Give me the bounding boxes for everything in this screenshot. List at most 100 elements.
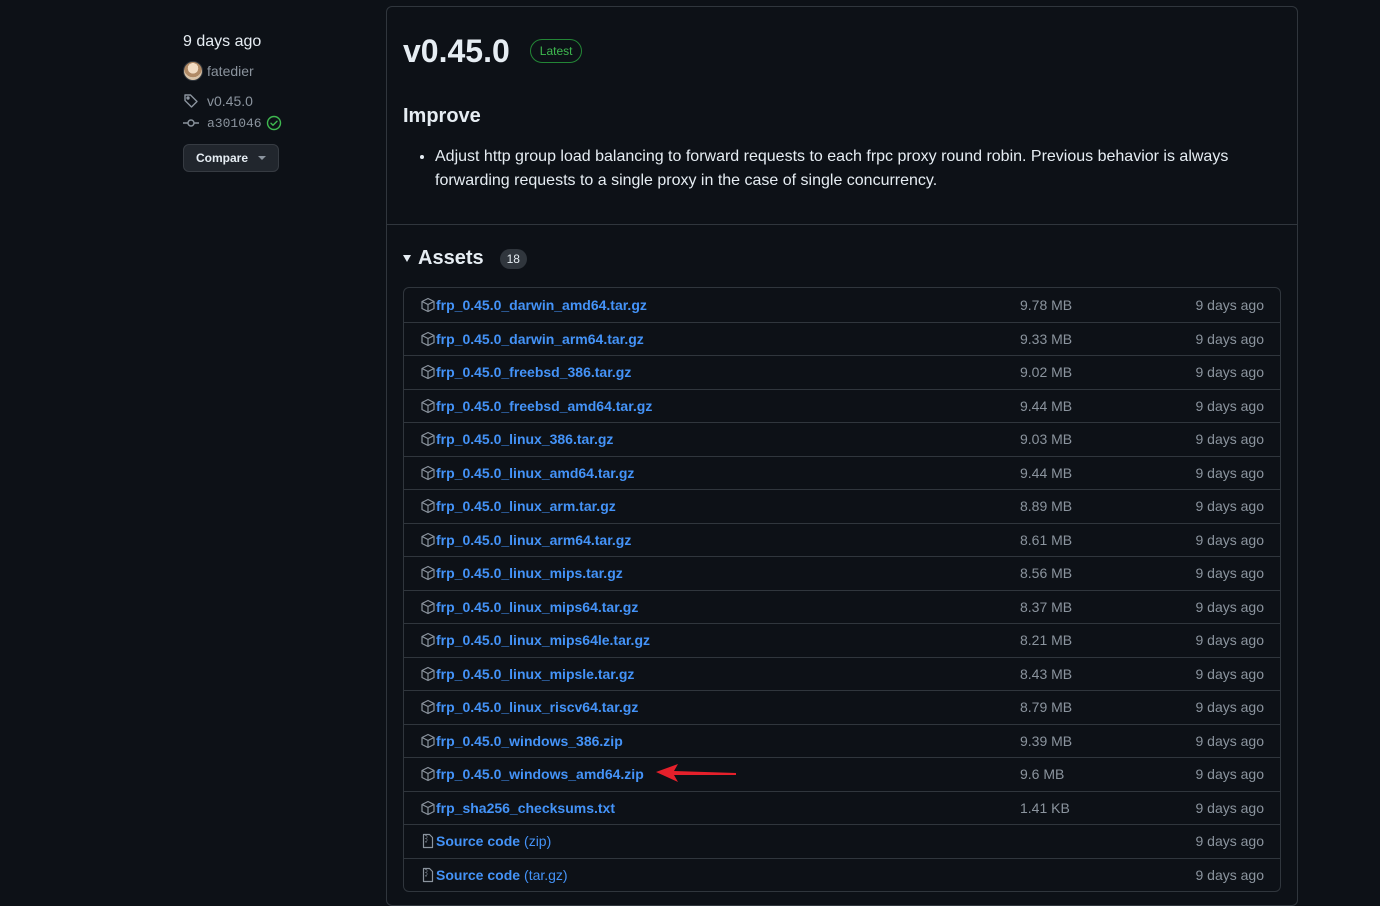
asset-row: frp_0.45.0_windows_386.zip 9.39 MB 9 days …: [404, 723, 1280, 758]
author-row[interactable]: fatedier: [183, 60, 363, 82]
asset-download-link[interactable]: frp_0.45.0_linux_386.tar.gz: [436, 431, 613, 447]
asset-format-suffix[interactable]: (zip): [524, 833, 551, 849]
latest-badge: Latest: [529, 39, 583, 63]
asset-date: 9 days ago: [1195, 431, 1265, 448]
package-icon: [420, 733, 436, 749]
package-icon: [420, 297, 436, 313]
package-icon: [420, 398, 436, 414]
asset-row: frp_0.45.0_linux_amd64.tar.gz 9.44 MB 9 da…: [404, 455, 1280, 490]
asset-size: 8.61 MB: [1020, 531, 1073, 548]
asset-date: 9 days ago: [1195, 464, 1265, 481]
package-icon: [420, 532, 436, 548]
asset-download-link[interactable]: frp_0.45.0_linux_arm64.tar.gz: [436, 532, 631, 548]
asset-row: frp_0.45.0_linux_mips.tar.gz 8.56 MB 9 day…: [404, 556, 1280, 590]
asset-date: 9 days ago: [1195, 598, 1265, 615]
package-icon: [420, 599, 436, 615]
asset-size: 9.6 MB: [1020, 766, 1065, 783]
asset-download-link[interactable]: frp_0.45.0_windows_amd64.zip: [436, 766, 644, 782]
asset-download-link[interactable]: frp_0.45.0_freebsd_amd64.tar.gz: [436, 398, 652, 414]
asset-size: 8.89 MB: [1020, 498, 1073, 515]
package-icon: [420, 465, 436, 481]
avatar[interactable]: [183, 61, 203, 81]
asset-size: 8.43 MB: [1020, 665, 1073, 682]
asset-download-link[interactable]: frp_0.45.0_freebsd_386.tar.gz: [436, 364, 631, 380]
asset-row: frp_sha256_checksums.txt 1.41 KB 9 days ag…: [404, 790, 1280, 825]
assets-toggle[interactable]: Assets 18: [403, 247, 527, 270]
asset-row: frp_0.45.0_linux_386.tar.gz 9.03 MB 9 days…: [404, 422, 1280, 456]
asset-date: 9 days ago: [1195, 364, 1265, 381]
asset-download-link[interactable]: frp_0.45.0_linux_mips64.tar.gz: [436, 599, 638, 615]
package-icon: [420, 331, 436, 347]
file-zip-icon: [420, 867, 436, 883]
caret-down-icon: [403, 255, 411, 262]
asset-size: 8.37 MB: [1020, 598, 1073, 615]
asset-row: Source code (zip) 9 days ago: [404, 824, 1280, 858]
release-card: v0.45.0 Latest Improve Adjust http group…: [386, 6, 1298, 906]
asset-date: 9 days ago: [1195, 833, 1265, 850]
asset-download-link[interactable]: frp_sha256_checksums.txt: [436, 800, 615, 816]
verified-check-icon[interactable]: [266, 115, 282, 131]
assets-title[interactable]: Assets: [418, 247, 484, 270]
assets-count-badge: 18: [499, 248, 527, 269]
asset-row: frp_0.45.0_freebsd_amd64.tar.gz 9.44 MB 9 …: [404, 388, 1280, 423]
asset-size: 8.56 MB: [1020, 565, 1073, 582]
asset-download-link[interactable]: frp_0.45.0_linux_mips.tar.gz: [436, 565, 623, 581]
package-icon: [420, 699, 436, 715]
asset-date: 9 days ago: [1195, 665, 1265, 682]
tag-row[interactable]: v0.45.0: [183, 90, 363, 112]
asset-download-link[interactable]: frp_0.45.0_windows_386.zip: [436, 733, 623, 749]
asset-download-link[interactable]: frp_0.45.0_darwin_arm64.tar.gz: [436, 331, 644, 347]
asset-download-link[interactable]: Source code: [436, 867, 520, 883]
package-icon: [420, 498, 436, 514]
notes-heading: Improve: [403, 105, 481, 127]
asset-date: 9 days ago: [1195, 799, 1265, 816]
asset-size: 9.44 MB: [1020, 464, 1073, 481]
asset-download-link[interactable]: frp_0.45.0_linux_amd64.tar.gz: [436, 465, 634, 481]
asset-row: frp_0.45.0_linux_mips64.tar.gz 8.37 MB 9 d…: [404, 589, 1280, 624]
asset-size: 9.33 MB: [1020, 330, 1073, 347]
asset-row: frp_0.45.0_freebsd_386.tar.gz 9.02 MB 9 da…: [404, 355, 1280, 389]
asset-date: 9 days ago: [1195, 866, 1265, 883]
asset-size: 9.44 MB: [1020, 397, 1073, 414]
file-zip-icon: [420, 833, 436, 849]
asset-row: Source code (tar.gz) 9 days ago: [404, 857, 1280, 892]
divider: [387, 224, 1297, 225]
asset-download-link[interactable]: frp_0.45.0_linux_arm.tar.gz: [436, 498, 616, 514]
asset-date: 9 days ago: [1195, 766, 1265, 783]
release-notes-list: Adjust http group load balancing to forw…: [403, 145, 1295, 193]
chevron-down-icon: [258, 156, 267, 160]
commit-hash[interactable]: a301046: [207, 116, 262, 131]
asset-download-link[interactable]: frp_0.45.0_linux_mipsle.tar.gz: [436, 666, 634, 682]
compare-button[interactable]: Compare: [183, 144, 280, 172]
asset-row: frp_0.45.0_darwin_amd64.tar.gz 9.78 MB 9 d…: [404, 288, 1280, 322]
asset-size: 9.39 MB: [1020, 732, 1073, 749]
asset-download-link[interactable]: frp_0.45.0_linux_riscv64.tar.gz: [436, 699, 638, 715]
asset-date: 9 days ago: [1195, 699, 1265, 716]
asset-row: frp_0.45.0_linux_mips64le.tar.gz 8.21 MB 9…: [404, 623, 1280, 657]
tag-icon: [183, 93, 199, 109]
asset-download-link[interactable]: frp_0.45.0_darwin_amd64.tar.gz: [436, 297, 647, 313]
release-title[interactable]: v0.45.0: [403, 31, 510, 71]
package-icon: [420, 766, 436, 782]
release-sidebar: 9 days ago fatedier v0.45.0 a301046 Comp…: [183, 30, 363, 172]
asset-row: frp_0.45.0_linux_arm64.tar.gz 8.61 MB 9 da…: [404, 522, 1280, 557]
asset-size: 8.21 MB: [1020, 632, 1073, 649]
asset-download-link[interactable]: frp_0.45.0_linux_mips64le.tar.gz: [436, 632, 650, 648]
git-commit-icon: [183, 115, 199, 131]
package-icon: [420, 666, 436, 682]
commit-row[interactable]: a301046: [183, 112, 363, 134]
tag-label[interactable]: v0.45.0: [207, 93, 253, 109]
compare-button-label: Compare: [196, 151, 249, 165]
asset-format-suffix[interactable]: (tar.gz): [524, 867, 568, 883]
package-icon: [420, 565, 436, 581]
asset-row: frp_0.45.0_linux_riscv64.tar.gz 8.79 MB 9 …: [404, 690, 1280, 724]
asset-row: frp_0.45.0_linux_arm.tar.gz 8.89 MB 9 days…: [404, 489, 1280, 523]
release-note-item: Adjust http group load balancing to forw…: [435, 145, 1295, 193]
asset-download-link[interactable]: Source code: [436, 833, 520, 849]
asset-row: frp_0.45.0_windows_amd64.zip 9.6 MB 9 days…: [404, 757, 1280, 791]
asset-date: 9 days ago: [1195, 498, 1265, 515]
asset-date: 9 days ago: [1195, 565, 1265, 582]
release-header: v0.45.0 Latest: [403, 31, 583, 71]
asset-list: frp_0.45.0_darwin_amd64.tar.gz 9.78 MB 9 d…: [403, 287, 1281, 892]
author-name[interactable]: fatedier: [207, 63, 254, 79]
